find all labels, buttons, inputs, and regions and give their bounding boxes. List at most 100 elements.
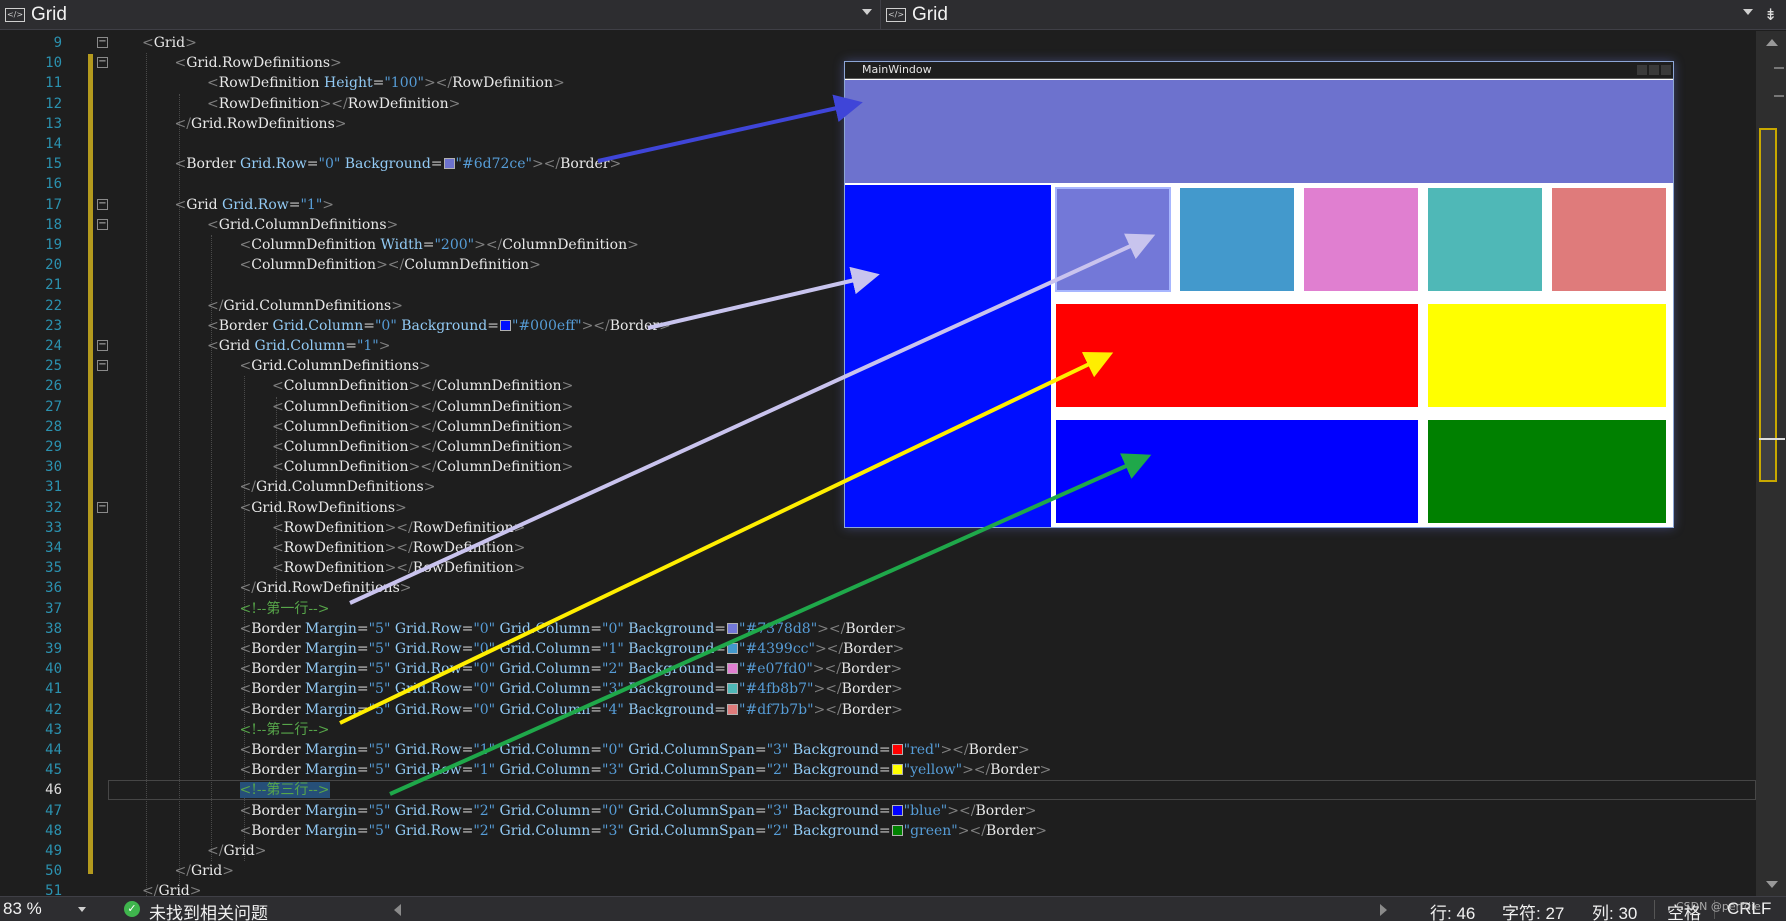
code-token: = bbox=[878, 742, 891, 758]
code-line[interactable]: <Grid Grid.Row="1"> bbox=[175, 195, 335, 215]
vertical-scrollbar[interactable] bbox=[1756, 31, 1786, 896]
line-number: 35 bbox=[45, 560, 62, 577]
color-swatch[interactable] bbox=[891, 824, 903, 836]
code-line[interactable]: <ColumnDefinition></ColumnDefinition> bbox=[272, 417, 573, 437]
code-line[interactable]: </Grid> bbox=[142, 881, 202, 896]
code-line[interactable]: <!--第二行--> bbox=[240, 720, 330, 740]
collapse-icon[interactable]: − bbox=[97, 340, 108, 351]
collapse-icon[interactable]: − bbox=[97, 218, 108, 230]
code-line[interactable]: <Border Margin="5" Grid.Row="0" Grid.Col… bbox=[240, 679, 903, 699]
zoom-level[interactable]: 83 % bbox=[3, 899, 42, 919]
scroll-right-icon[interactable] bbox=[1380, 904, 1387, 916]
code-line[interactable]: <ColumnDefinition></ColumnDefinition> bbox=[272, 457, 573, 477]
preview-cell-row3-blue[interactable] bbox=[1056, 420, 1418, 523]
scroll-down-icon[interactable] bbox=[1766, 881, 1778, 888]
code-line[interactable]: <RowDefinition></RowDefinition> bbox=[207, 94, 460, 114]
color-swatch[interactable] bbox=[891, 764, 903, 776]
split-editor-icon[interactable]: ⇟ bbox=[1764, 6, 1780, 24]
code-line[interactable]: <!--第一行--> bbox=[240, 599, 330, 619]
collapse-icon[interactable]: − bbox=[97, 501, 108, 513]
code-line[interactable]: <ColumnDefinition></ColumnDefinition> bbox=[240, 255, 541, 275]
code-line[interactable]: <Border Margin="5" Grid.Row="0" Grid.Col… bbox=[240, 639, 905, 659]
scrollbar-thumb[interactable] bbox=[1759, 128, 1777, 482]
color-swatch[interactable] bbox=[727, 663, 739, 675]
code-line[interactable]: <Grid.ColumnDefinitions> bbox=[240, 356, 431, 376]
code-line[interactable]: <RowDefinition Height="100"></RowDefinit… bbox=[207, 73, 565, 93]
code-line[interactable]: <Border Grid.Column="0" Background= "#000… bbox=[207, 316, 671, 336]
color-swatch[interactable] bbox=[727, 622, 739, 634]
code-line[interactable]: <Border Margin="5" Grid.Row="1" Grid.Col… bbox=[240, 760, 1052, 780]
code-line[interactable]: <Border Margin="5" Grid.Row="0" Grid.Col… bbox=[240, 619, 907, 639]
nav-scope-left[interactable]: Grid bbox=[31, 4, 67, 26]
code-line[interactable]: </Grid> bbox=[175, 861, 235, 881]
preview-header-border[interactable] bbox=[845, 80, 1673, 183]
scroll-up-icon[interactable] bbox=[1766, 39, 1778, 46]
color-swatch[interactable] bbox=[500, 319, 512, 331]
code-token: </ bbox=[207, 843, 224, 859]
code-line[interactable]: <Grid.RowDefinitions> bbox=[240, 498, 407, 518]
code-line[interactable]: <ColumnDefinition></ColumnDefinition> bbox=[272, 397, 573, 417]
color-swatch[interactable] bbox=[727, 703, 739, 715]
code-line[interactable]: <Grid Grid.Column="1"> bbox=[207, 336, 390, 356]
chevron-down-icon[interactable] bbox=[78, 907, 86, 912]
color-swatch[interactable] bbox=[727, 643, 739, 654]
collapse-icon[interactable]: − bbox=[97, 37, 108, 48]
code-line[interactable]: <Grid> bbox=[142, 33, 197, 53]
code-line[interactable]: <Border Margin="5" Grid.Row="2" Grid.Col… bbox=[240, 801, 1037, 821]
collapse-icon[interactable]: − bbox=[97, 57, 108, 69]
preview-cell-row3-green[interactable] bbox=[1428, 420, 1666, 523]
code-line[interactable]: <Border Margin="5" Grid.Row="1" Grid.Col… bbox=[240, 740, 1030, 760]
color-swatch[interactable] bbox=[727, 683, 739, 695]
nav-bar-right[interactable]: </> Grid ⇟ bbox=[880, 0, 1786, 30]
code-line[interactable]: <!--第三行--> bbox=[239, 780, 330, 800]
collapse-icon[interactable]: − bbox=[97, 198, 108, 210]
design-preview-window[interactable]: MainWindow bbox=[844, 61, 1674, 528]
code-line[interactable]: <RowDefinition></RowDefinition> bbox=[272, 538, 525, 558]
code-token: "1" bbox=[300, 196, 323, 213]
color-swatch[interactable] bbox=[891, 744, 903, 755]
code-element-icon: </> bbox=[886, 7, 906, 22]
preview-cell-row1-col0[interactable] bbox=[1055, 187, 1171, 292]
preview-cell-row1-col4[interactable] bbox=[1552, 188, 1666, 291]
scroll-left-icon[interactable] bbox=[394, 904, 401, 916]
code-line[interactable]: <Grid.RowDefinitions> bbox=[175, 53, 342, 73]
code-line[interactable]: <Border Margin="5" Grid.Row="2" Grid.Col… bbox=[240, 821, 1048, 841]
nav-bar-left[interactable]: </> Grid bbox=[0, 0, 880, 30]
code-line[interactable]: <RowDefinition></RowDefinition> bbox=[272, 558, 525, 578]
code-line[interactable]: <Border Margin="5" Grid.Row="0" Grid.Col… bbox=[240, 700, 903, 720]
chevron-down-icon[interactable] bbox=[862, 9, 872, 15]
preview-cell-row2-yellow[interactable] bbox=[1428, 304, 1666, 407]
code-line[interactable]: <ColumnDefinition></ColumnDefinition> bbox=[272, 437, 573, 457]
preview-cell-row1-col2[interactable] bbox=[1304, 188, 1418, 291]
preview-cell-row1-col1[interactable] bbox=[1180, 188, 1294, 291]
code-line[interactable]: </Grid> bbox=[207, 841, 267, 861]
code-token: = bbox=[878, 762, 891, 779]
code-line[interactable]: </Grid.ColumnDefinitions> bbox=[240, 477, 436, 497]
code-line[interactable]: </Grid.RowDefinitions> bbox=[240, 578, 412, 598]
code-line[interactable]: </Grid.ColumnDefinitions> bbox=[207, 296, 403, 316]
code-line[interactable]: <ColumnDefinition></ColumnDefinition> bbox=[272, 376, 573, 396]
preview-cell-row1-col3[interactable] bbox=[1428, 188, 1542, 291]
nav-scope-right[interactable]: Grid bbox=[912, 4, 948, 26]
issues-status[interactable]: 未找到相关问题 bbox=[149, 899, 268, 921]
code-token: = bbox=[461, 661, 474, 678]
code-editor[interactable]: 9 10 11 12 13 14 15 16 17 18 19 20 21 22 23 24 25 26 27 28 2… bbox=[0, 31, 1786, 896]
color-swatch[interactable] bbox=[891, 804, 903, 816]
color-swatch[interactable] bbox=[443, 158, 455, 170]
code-line[interactable]: </Grid.RowDefinitions> bbox=[175, 114, 347, 134]
code-line[interactable]: <ColumnDefinition Width="200"></ColumnDe… bbox=[240, 235, 639, 255]
line-indicator[interactable]: 行: 46 bbox=[1430, 899, 1475, 921]
chevron-down-icon[interactable] bbox=[1743, 9, 1753, 15]
code-line[interactable]: <RowDefinition></RowDefinition> bbox=[272, 518, 525, 538]
code-token: = bbox=[754, 762, 767, 779]
code-line[interactable]: <Grid.ColumnDefinitions> bbox=[207, 215, 398, 235]
code-line[interactable]: <Border Margin="5" Grid.Row="0" Grid.Col… bbox=[240, 659, 903, 679]
code-line[interactable]: <Border Grid.Row="0" Background= "#6d72ce… bbox=[175, 154, 622, 174]
code-token: < bbox=[239, 358, 252, 375]
code-token: Grid bbox=[158, 883, 190, 896]
collapse-icon[interactable]: − bbox=[97, 360, 108, 372]
preview-cell-row2-red[interactable] bbox=[1056, 304, 1418, 407]
char-indicator[interactable]: 字符: 27 bbox=[1502, 899, 1564, 921]
column-indicator[interactable]: 列: 30 bbox=[1592, 899, 1637, 921]
preview-left-column-border[interactable] bbox=[845, 185, 1051, 527]
